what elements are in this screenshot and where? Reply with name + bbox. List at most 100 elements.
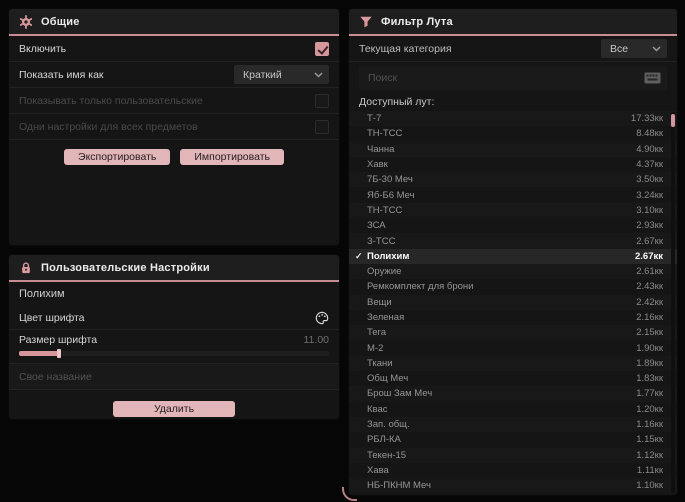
list-scrollbar[interactable] <box>671 112 675 493</box>
loot-item-value: 1.77кк <box>636 388 663 400</box>
custom-settings-panel: Пользовательские Настройки Полихим Цвет … <box>8 254 340 420</box>
loot-item-value: 2.61кк <box>636 266 663 278</box>
name-format-dropdown[interactable]: Краткий <box>234 65 329 84</box>
chevron-down-icon <box>652 45 661 52</box>
list-item[interactable]: НБ-ПКНМ Меч 1.10кк <box>349 478 677 494</box>
general-panel-title: Общие <box>41 15 80 28</box>
loot-filter-header: Фильтр Лута <box>349 9 677 36</box>
delete-button[interactable]: Удалить <box>113 401 235 417</box>
font-size-slider[interactable] <box>19 349 329 358</box>
loot-item-value: 1.20кк <box>636 403 663 415</box>
loot-item-name: Текен-15 <box>367 449 407 461</box>
category-label: Текущая категория <box>359 42 452 55</box>
font-size-slider-grab[interactable] <box>57 349 62 358</box>
decor-arc <box>342 487 357 501</box>
list-item[interactable]: Брош Зам Меч 1.77кк <box>349 386 677 402</box>
keyboard-icon[interactable] <box>644 72 661 84</box>
loot-item-value: 1.16кк <box>636 419 663 431</box>
list-item[interactable]: Ткани 1.89кк <box>349 355 677 372</box>
list-scrollbar-thumb[interactable] <box>671 114 675 127</box>
font-color-row: Цвет шрифта <box>9 306 339 330</box>
loot-item-name: Вещи <box>367 296 392 308</box>
list-item[interactable]: Т-7 17.33кк <box>349 111 677 127</box>
list-item[interactable]: Вещи 2.42кк <box>349 294 677 310</box>
loot-item-value: 17.33кк <box>630 113 663 125</box>
loot-item-value: 2.16кк <box>636 312 663 323</box>
enable-row: Включить <box>9 36 339 62</box>
list-item[interactable]: Квас 1.20кк <box>349 401 677 417</box>
import-button[interactable]: Импортировать <box>180 149 284 165</box>
show-name-as-row: Показать имя как Краткий <box>9 62 339 88</box>
loot-item-name: Полихим <box>367 250 410 262</box>
list-item[interactable]: 7Б-30 Меч 3.50кк <box>349 172 677 188</box>
loot-item-name: 7Б-30 Меч <box>367 174 413 186</box>
custom-name-input[interactable] <box>19 370 329 383</box>
category-dropdown[interactable]: Все <box>601 39 667 58</box>
funnel-icon <box>360 16 372 27</box>
only-custom-checkbox[interactable] <box>315 93 329 108</box>
lock-icon <box>22 262 30 273</box>
same-settings-label: Одни настройки для всех предметов <box>19 120 198 133</box>
list-item[interactable]: Чанна 4.90кк <box>349 141 677 157</box>
font-size-value: 11.00 <box>303 334 330 346</box>
loot-item-value: 1.11кк <box>636 464 663 476</box>
loot-item-value: 1.12кк <box>636 449 663 461</box>
enable-label: Включить <box>19 42 67 55</box>
font-size-row: Размер шрифта 11.00 <box>9 330 339 364</box>
loot-item-name: Общ Меч <box>367 373 409 385</box>
loot-item-value: 3.24кк <box>636 189 663 201</box>
selected-item-name: Полихим <box>19 288 65 300</box>
custom-settings-title: Пользовательские Настройки <box>41 261 210 274</box>
list-item[interactable]: ТН-ТСС 3.10кк <box>349 202 677 219</box>
name-format-value: Краткий <box>243 68 282 81</box>
list-item[interactable]: Яб-Б6 Меч 3.24кк <box>349 187 677 203</box>
loot-item-name: Хава <box>367 464 389 476</box>
loot-item-value: 2.67кк <box>636 235 663 247</box>
category-value: Все <box>610 42 629 55</box>
list-item[interactable]: Общ Меч 1.83кк <box>349 371 677 387</box>
font-size-slider-fill <box>19 351 60 356</box>
list-item[interactable]: Оружие 2.61кк <box>349 263 677 280</box>
loot-item-name: Зап. общ. <box>367 419 410 431</box>
list-item[interactable]: Текен-15 1.12кк <box>349 447 677 463</box>
delete-row: Удалить <box>9 401 339 417</box>
list-item[interactable]: Хава 1.11кк <box>349 462 677 479</box>
font-size-label: Размер шрифта <box>19 334 98 346</box>
list-item[interactable]: Тега 2.15кк <box>349 325 677 341</box>
general-panel: Общие Включить Показать имя как Краткий … <box>8 8 340 246</box>
list-item[interactable]: РБЛ-КА 1.15кк <box>349 432 677 448</box>
enable-checkbox[interactable] <box>315 41 329 56</box>
custom-name-row <box>9 364 339 390</box>
list-item[interactable]: ЗСА 2.93кк <box>349 218 677 234</box>
search-box <box>359 66 667 90</box>
loot-item-name: Зеленая <box>367 312 405 323</box>
search-input[interactable] <box>368 72 638 84</box>
list-item[interactable]: М-2 1.90кк <box>349 340 677 356</box>
general-panel-header: Общие <box>9 9 339 36</box>
list-item[interactable]: Зап. общ. 1.16кк <box>349 416 677 433</box>
loot-item-value: 1.15кк <box>636 434 663 446</box>
same-settings-checkbox[interactable] <box>315 119 329 134</box>
loot-item-value: 1.90кк <box>636 342 663 354</box>
loot-item-name: Яб-Б6 Меч <box>367 189 415 201</box>
list-item[interactable]: Зеленая 2.16кк <box>349 309 677 326</box>
font-color-label: Цвет шрифта <box>19 311 85 324</box>
custom-settings-header: Пользовательские Настройки <box>9 255 339 282</box>
loot-item-value: 1.10кк <box>636 480 663 492</box>
loot-item-name: Тега <box>367 327 387 339</box>
list-item[interactable]: ✓ Полихим 2.67кк <box>349 248 677 264</box>
export-button[interactable]: Экспортировать <box>64 149 171 165</box>
loot-item-value: 8.48кк <box>636 128 663 140</box>
loot-item-name: РБЛ-КА <box>367 434 401 446</box>
export-import-row: Экспортировать Импортировать <box>9 149 339 165</box>
loot-filter-title: Фильтр Лута <box>381 15 453 28</box>
list-item[interactable]: Ремкомплект для брони 2.43кк <box>349 279 677 295</box>
list-item[interactable]: З-ТСС 2.67кк <box>349 233 677 249</box>
palette-icon[interactable] <box>315 311 329 325</box>
loot-item-value: 1.89кк <box>636 357 663 369</box>
loot-item-value: 2.42кк <box>636 296 663 308</box>
loot-item-name: М-2 <box>367 342 384 354</box>
list-item[interactable]: ТН-ТСС 8.48кк <box>349 126 677 142</box>
loot-item-value: 2.15кк <box>636 327 663 339</box>
list-item[interactable]: Хавк 4.37кк <box>349 156 677 173</box>
